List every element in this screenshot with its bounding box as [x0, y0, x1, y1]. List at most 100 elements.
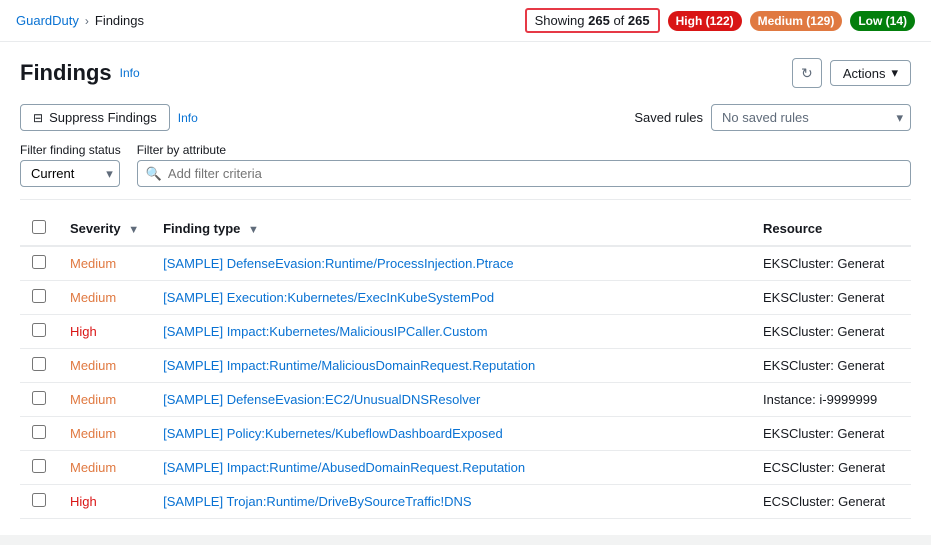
toolbar-left: ⊟ Suppress Findings Info [20, 104, 198, 131]
showing-current: 265 [588, 13, 610, 28]
filter-criteria-input[interactable] [168, 161, 902, 186]
row-finding-type-value: [SAMPLE] Impact:Kubernetes/MaliciousIPCa… [163, 324, 487, 339]
saved-rules-select[interactable]: No saved rules [711, 104, 911, 131]
actions-button[interactable]: Actions ▾ [830, 60, 911, 86]
table-row: Medium [SAMPLE] Policy:Kubernetes/Kubefl… [20, 417, 911, 451]
table-row: Medium [SAMPLE] Execution:Kubernetes/Exe… [20, 281, 911, 315]
row-finding-type-cell[interactable]: [SAMPLE] DefenseEvasion:Runtime/ProcessI… [151, 246, 751, 281]
filter-status-col: Filter finding status Current [20, 143, 121, 187]
page-title: Findings [20, 60, 112, 86]
row-finding-type-cell[interactable]: [SAMPLE] Trojan:Runtime/DriveBySourceTra… [151, 485, 751, 519]
row-resource-value: EKSCluster: Generat [763, 290, 884, 305]
showing-text: Showing 265 of 265 [525, 8, 660, 33]
col-header-finding-type[interactable]: Finding type ▼ [151, 212, 751, 246]
saved-rules-wrapper: No saved rules [711, 104, 911, 131]
row-checkbox-4[interactable] [32, 391, 46, 405]
row-finding-type-cell[interactable]: [SAMPLE] Execution:Kubernetes/ExecInKube… [151, 281, 751, 315]
table-wrapper: Severity ▼ Finding type ▼ Resource Medi [20, 212, 911, 519]
row-finding-type-value: [SAMPLE] DefenseEvasion:EC2/UnusualDNSRe… [163, 392, 480, 407]
row-checkbox-cell [20, 246, 58, 281]
row-resource-cell: EKSCluster: Generat [751, 246, 911, 281]
page-title-group: Findings Info [20, 60, 140, 86]
suppress-info-link[interactable]: Info [178, 111, 198, 125]
actions-chevron-icon: ▾ [891, 65, 898, 81]
row-resource-cell: EKSCluster: Generat [751, 281, 911, 315]
row-resource-cell: ECSCluster: Generat [751, 451, 911, 485]
row-resource-value: ECSCluster: Generat [763, 460, 885, 475]
filter-status-label: Filter finding status [20, 143, 121, 157]
main-content: Findings Info ↻ Actions ▾ ⊟ Suppress Fin… [0, 42, 931, 535]
breadcrumb-current: Findings [95, 13, 144, 28]
row-severity-value: Medium [70, 290, 116, 305]
row-severity-value: High [70, 494, 97, 509]
row-finding-type-cell[interactable]: [SAMPLE] DefenseEvasion:EC2/UnusualDNSRe… [151, 383, 751, 417]
row-resource-value: ECSCluster: Generat [763, 494, 885, 509]
row-finding-type-cell[interactable]: [SAMPLE] Impact:Runtime/MaliciousDomainR… [151, 349, 751, 383]
findings-table: Severity ▼ Finding type ▼ Resource Medi [20, 212, 911, 519]
row-checkbox-3[interactable] [32, 357, 46, 371]
col-header-resource: Resource [751, 212, 911, 246]
table-header: Severity ▼ Finding type ▼ Resource [20, 212, 911, 246]
row-finding-type-cell[interactable]: [SAMPLE] Impact:Runtime/AbusedDomainRequ… [151, 451, 751, 485]
saved-rules-label: Saved rules [634, 110, 703, 125]
row-resource-cell: EKSCluster: Generat [751, 349, 911, 383]
row-severity-cell: Medium [58, 349, 151, 383]
row-checkbox-cell [20, 349, 58, 383]
table-row: Medium [SAMPLE] Impact:Runtime/AbusedDom… [20, 451, 911, 485]
breadcrumb-parent-link[interactable]: GuardDuty [16, 13, 79, 28]
row-checkbox-cell [20, 417, 58, 451]
row-finding-type-value: [SAMPLE] Trojan:Runtime/DriveBySourceTra… [163, 494, 472, 509]
row-checkbox-2[interactable] [32, 323, 46, 337]
row-checkbox-cell [20, 281, 58, 315]
row-resource-value: EKSCluster: Generat [763, 256, 884, 271]
row-checkbox-5[interactable] [32, 425, 46, 439]
row-severity-value: High [70, 324, 97, 339]
filter-status-select[interactable]: Current [20, 160, 120, 187]
row-checkbox-0[interactable] [32, 255, 46, 269]
breadcrumb-separator: › [85, 14, 89, 28]
top-nav: GuardDuty › Findings Showing 265 of 265 … [0, 0, 931, 42]
top-right-badges: Showing 265 of 265 High (122) Medium (12… [525, 8, 915, 33]
row-checkbox-1[interactable] [32, 289, 46, 303]
row-finding-type-cell[interactable]: [SAMPLE] Policy:Kubernetes/KubeflowDashb… [151, 417, 751, 451]
showing-total: 265 [628, 13, 650, 28]
row-checkbox-cell [20, 485, 58, 519]
select-all-checkbox[interactable] [32, 220, 46, 234]
suppress-findings-button[interactable]: ⊟ Suppress Findings [20, 104, 170, 131]
row-severity-value: Medium [70, 460, 116, 475]
refresh-button[interactable]: ↻ [792, 58, 822, 88]
badge-medium: Medium (129) [750, 11, 843, 31]
row-resource-cell: ECSCluster: Generat [751, 485, 911, 519]
filter-status-select-wrapper: Current [20, 160, 121, 187]
actions-label: Actions [843, 66, 886, 81]
badge-high: High (122) [668, 11, 742, 31]
row-finding-type-value: [SAMPLE] Impact:Runtime/AbusedDomainRequ… [163, 460, 525, 475]
row-finding-type-value: [SAMPLE] Impact:Runtime/MaliciousDomainR… [163, 358, 535, 373]
row-resource-value: Instance: i-9999999 [763, 392, 877, 407]
row-resource-cell: EKSCluster: Generat [751, 315, 911, 349]
finding-sort-icon: ▼ [248, 224, 259, 236]
row-checkbox-7[interactable] [32, 493, 46, 507]
table-row: Medium [SAMPLE] DefenseEvasion:EC2/Unusu… [20, 383, 911, 417]
row-severity-cell: High [58, 485, 151, 519]
row-resource-value: EKSCluster: Generat [763, 324, 884, 339]
row-resource-value: EKSCluster: Generat [763, 426, 884, 441]
row-checkbox-6[interactable] [32, 459, 46, 473]
row-severity-value: Medium [70, 256, 116, 271]
row-finding-type-cell[interactable]: [SAMPLE] Impact:Kubernetes/MaliciousIPCa… [151, 315, 751, 349]
search-icon: 🔍 [146, 166, 162, 182]
breadcrumb: GuardDuty › Findings [16, 13, 144, 28]
col-severity-label: Severity [70, 221, 121, 236]
page-header: Findings Info ↻ Actions ▾ [20, 58, 911, 88]
page-title-info-link[interactable]: Info [120, 66, 140, 80]
toolbar-right: Saved rules No saved rules [634, 104, 911, 131]
row-severity-value: Medium [70, 426, 116, 441]
row-severity-cell: High [58, 315, 151, 349]
suppress-icon: ⊟ [33, 111, 43, 125]
table-row: Medium [SAMPLE] Impact:Runtime/Malicious… [20, 349, 911, 383]
table-row: High [SAMPLE] Impact:Kubernetes/Maliciou… [20, 315, 911, 349]
table-body: Medium [SAMPLE] DefenseEvasion:Runtime/P… [20, 246, 911, 519]
header-actions: ↻ Actions ▾ [792, 58, 911, 88]
col-header-severity[interactable]: Severity ▼ [58, 212, 151, 246]
badge-low: Low (14) [850, 11, 915, 31]
